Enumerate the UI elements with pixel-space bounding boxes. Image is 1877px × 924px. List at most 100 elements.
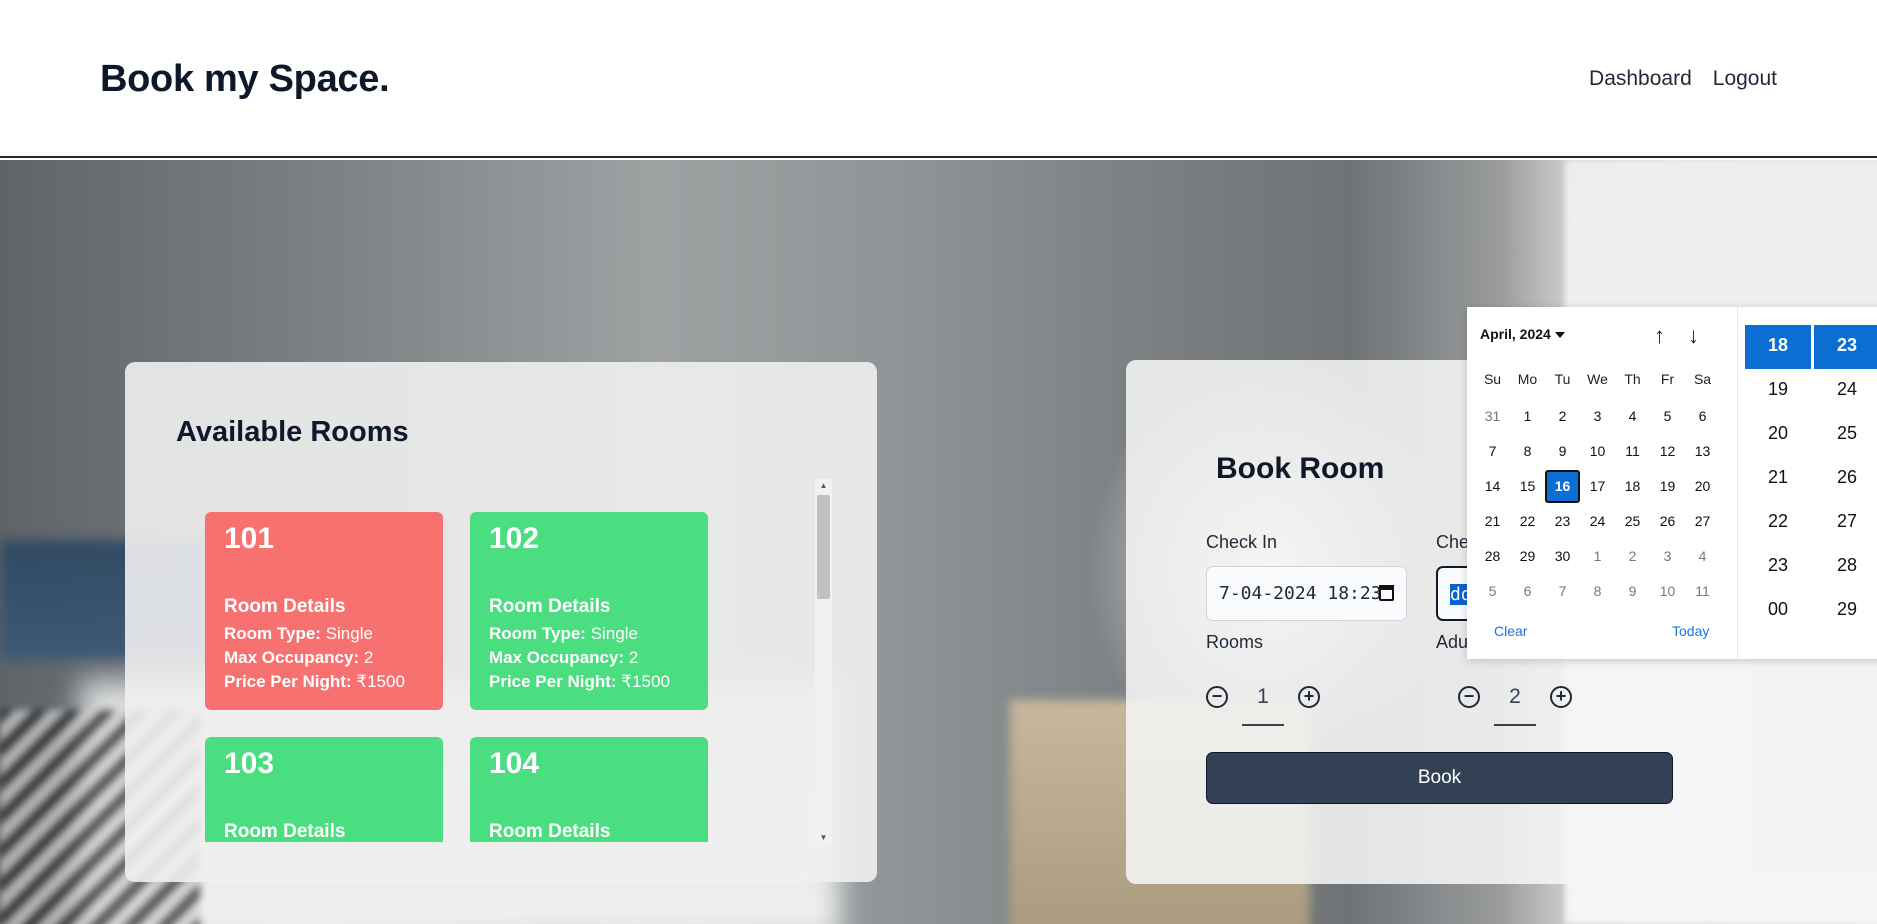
calendar-day[interactable]: 14	[1475, 470, 1510, 503]
calendar-day[interactable]: 5	[1650, 400, 1685, 433]
room-card-103[interactable]: 103 Room Details	[205, 737, 443, 842]
calendar-day[interactable]: 10	[1580, 435, 1615, 468]
room-card-101[interactable]: 101 Room Details Room Type: Single Max O…	[205, 512, 443, 710]
calendar-day[interactable]: 4	[1685, 540, 1720, 573]
calendar-day[interactable]: 8	[1580, 575, 1615, 608]
calendar-day[interactable]: 18	[1615, 470, 1650, 503]
clear-button[interactable]: Clear	[1494, 623, 1527, 639]
calendar-day[interactable]: 1	[1510, 400, 1545, 433]
hour-option[interactable]: 21	[1745, 457, 1811, 501]
calendar-day[interactable]: 27	[1685, 505, 1720, 538]
calendar-day[interactable]: 4	[1615, 400, 1650, 433]
adults-plus-icon[interactable]: +	[1550, 686, 1572, 708]
minute-option[interactable]: 26	[1814, 457, 1877, 501]
adults-stepper: − 2 +	[1458, 674, 1572, 726]
calendar-day[interactable]: 29	[1510, 540, 1545, 573]
logout-link[interactable]: Logout	[1713, 67, 1777, 91]
caret-down-icon	[1554, 332, 1565, 339]
scroll-thumb[interactable]	[817, 495, 830, 599]
calendar-day[interactable]: 9	[1545, 435, 1580, 468]
calendar-day[interactable]: 11	[1615, 435, 1650, 468]
calendar-day[interactable]: 12	[1650, 435, 1685, 468]
calendar-day[interactable]: 30	[1545, 540, 1580, 573]
minute-option[interactable]: 24	[1814, 369, 1877, 413]
room-card-102[interactable]: 102 Room Details Room Type: Single Max O…	[470, 512, 708, 710]
picker-divider	[1737, 307, 1738, 659]
minute-option[interactable]: 29	[1814, 589, 1877, 633]
rooms-scrollbar[interactable]: ▲ ▼	[815, 479, 832, 845]
calendar-day[interactable]: 8	[1510, 435, 1545, 468]
calendar-day[interactable]: 19	[1650, 470, 1685, 503]
calendar-day[interactable]: 6	[1510, 575, 1545, 608]
hour-option[interactable]: 18	[1745, 325, 1811, 369]
room-price: Price Per Night: ₹1500	[224, 672, 405, 691]
calendar-day[interactable]: 3	[1580, 400, 1615, 433]
minute-option[interactable]: 25	[1814, 413, 1877, 457]
calendar-day[interactable]: 7	[1475, 435, 1510, 468]
room-card-104[interactable]: 104 Room Details	[470, 737, 708, 842]
calendar-day[interactable]: 11	[1685, 575, 1720, 608]
rooms-plus-icon[interactable]: +	[1298, 686, 1320, 708]
calendar-day[interactable]: 1	[1580, 540, 1615, 573]
calendar-day[interactable]: 6	[1685, 400, 1720, 433]
arrow-up-icon[interactable]: ↑	[1654, 323, 1665, 349]
room-details-heading: Room Details	[489, 596, 611, 617]
weekday-label: Sa	[1693, 371, 1712, 387]
today-button[interactable]: Today	[1672, 623, 1709, 639]
dashboard-link[interactable]: Dashboard	[1589, 67, 1692, 91]
rooms-value[interactable]: 1	[1242, 680, 1284, 726]
minute-option[interactable]: 28	[1814, 545, 1877, 589]
room-max-occupancy: Max Occupancy: 2	[489, 648, 639, 667]
calendar-day[interactable]: 7	[1545, 575, 1580, 608]
book-room-title: Book Room	[1216, 452, 1385, 485]
calendar-day[interactable]: 13	[1685, 435, 1720, 468]
arrow-down-icon[interactable]: ↓	[1688, 323, 1699, 349]
weekday-label: Th	[1624, 371, 1641, 387]
rooms-scroll-area[interactable]: 101 Room Details Room Type: Single Max O…	[205, 512, 785, 842]
weekday-label: Mo	[1517, 371, 1538, 387]
hour-option[interactable]: 19	[1745, 369, 1811, 413]
calendar-day[interactable]: 3	[1650, 540, 1685, 573]
rooms-minus-icon[interactable]: −	[1206, 686, 1228, 708]
calendar-day[interactable]: 10	[1650, 575, 1685, 608]
minute-option[interactable]: 23	[1814, 325, 1877, 369]
scroll-up-arrow-icon[interactable]: ▲	[815, 479, 832, 493]
calendar-day[interactable]: 25	[1615, 505, 1650, 538]
check-in-input[interactable]: 7-04-2024 18:23	[1206, 566, 1407, 621]
room-number: 104	[489, 747, 540, 780]
available-rooms-title: Available Rooms	[176, 416, 409, 448]
hour-column[interactable]: 18 19 20 21 22 23 00	[1745, 325, 1811, 633]
room-type: Room Type: Single	[489, 624, 638, 643]
hour-option[interactable]: 20	[1745, 413, 1811, 457]
brand-logo[interactable]: Book my Space.	[100, 58, 390, 101]
room-details-heading: Room Details	[224, 821, 346, 842]
calendar-day[interactable]: 23	[1545, 505, 1580, 538]
calendar-day[interactable]: 21	[1475, 505, 1510, 538]
hour-option[interactable]: 22	[1745, 501, 1811, 545]
calendar-day[interactable]: 9	[1615, 575, 1650, 608]
calendar-day[interactable]: 31	[1475, 400, 1510, 433]
calendar-day[interactable]: 28	[1475, 540, 1510, 573]
minute-column[interactable]: 23 24 25 26 27 28 29	[1814, 325, 1877, 633]
hour-option[interactable]: 00	[1745, 589, 1811, 633]
calendar-day[interactable]: 26	[1650, 505, 1685, 538]
calendar-day[interactable]: 15	[1510, 470, 1545, 503]
calendar-day[interactable]: 5	[1475, 575, 1510, 608]
calendar-day[interactable]: 16	[1545, 470, 1580, 503]
minute-option[interactable]: 27	[1814, 501, 1877, 545]
calendar-day[interactable]: 2	[1615, 540, 1650, 573]
month-year-dropdown[interactable]: April, 2024	[1480, 326, 1565, 342]
scroll-down-arrow-icon[interactable]: ▼	[815, 831, 832, 845]
room-number: 101	[224, 522, 275, 555]
calendar-day[interactable]: 24	[1580, 505, 1615, 538]
book-button[interactable]: Book	[1206, 752, 1673, 804]
calendar-day[interactable]: 22	[1510, 505, 1545, 538]
calendar-day[interactable]: 20	[1685, 470, 1720, 503]
calendar-icon[interactable]	[1379, 585, 1394, 601]
calendar-day[interactable]: 2	[1545, 400, 1580, 433]
adults-value[interactable]: 2	[1494, 680, 1536, 726]
hour-option[interactable]: 23	[1745, 545, 1811, 589]
room-number: 103	[224, 747, 275, 780]
adults-minus-icon[interactable]: −	[1458, 686, 1480, 708]
calendar-day[interactable]: 17	[1580, 470, 1615, 503]
